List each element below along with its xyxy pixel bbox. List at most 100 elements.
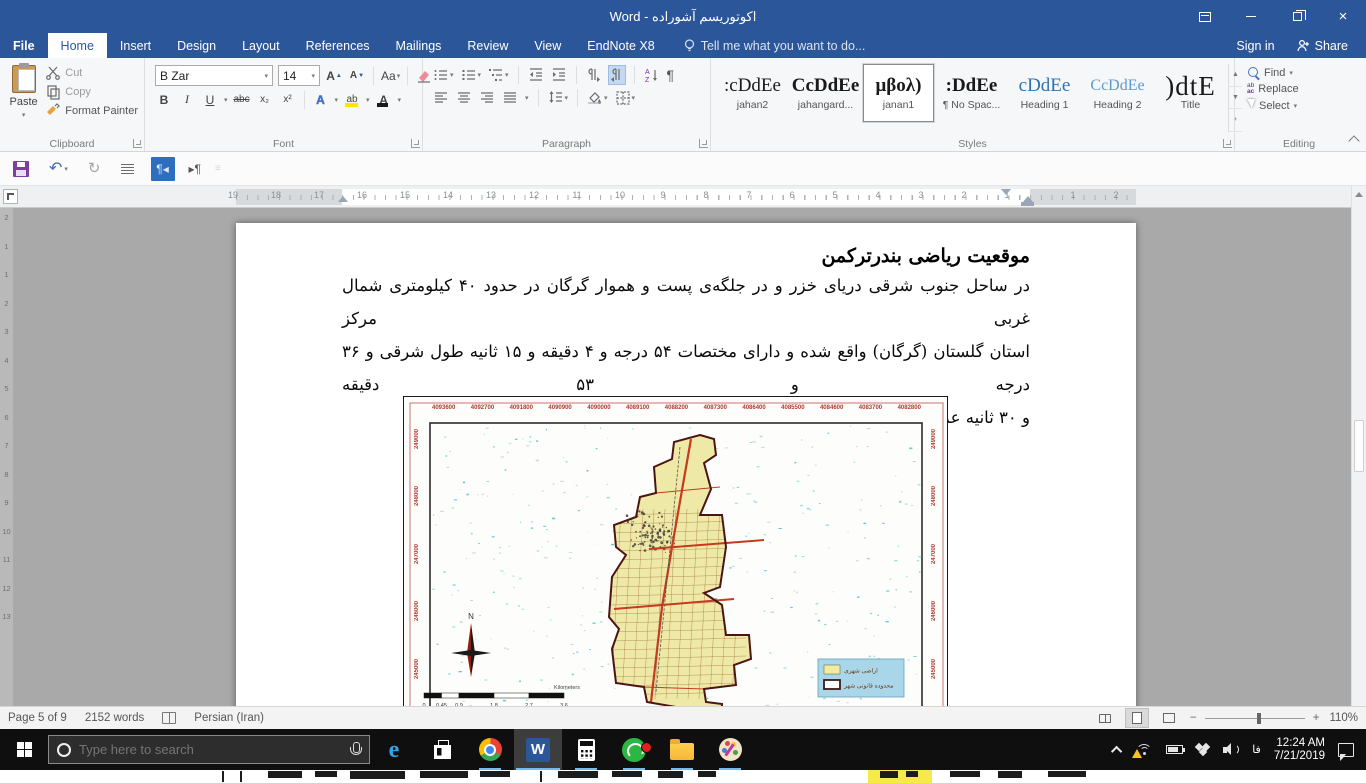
clipboard-dialog-launcher[interactable] <box>133 139 142 148</box>
read-mode-button[interactable] <box>1094 709 1116 727</box>
minimize-button[interactable] <box>1228 0 1274 33</box>
subscript-button[interactable]: x₂ <box>256 90 274 109</box>
bold-button[interactable]: B <box>155 90 173 109</box>
redo-button[interactable]: ↻ <box>85 156 104 182</box>
taskbar-edge[interactable]: e <box>370 729 418 770</box>
style-no-spacing[interactable]: :DdEe ¶ No Spac... <box>936 64 1007 122</box>
rtl-text-direction-button[interactable] <box>609 66 625 84</box>
microphone-icon[interactable] <box>349 742 361 758</box>
print-layout-button[interactable] <box>1126 709 1148 727</box>
change-case-button[interactable]: Aa▾ <box>381 66 400 85</box>
tab-file[interactable]: File <box>0 33 48 58</box>
document-page[interactable]: موقعیت ریاضی بندرترکمن در ساحل جنوب شرقی… <box>236 223 1136 706</box>
language-indicator[interactable]: Persian (Iran) <box>194 712 264 724</box>
style-heading2[interactable]: CcDdEe Heading 2 <box>1082 64 1153 122</box>
quick-justify-button[interactable] <box>118 156 137 182</box>
justify-button[interactable] <box>502 89 518 107</box>
scrollbar-thumb[interactable] <box>1354 420 1364 472</box>
map-figure[interactable]: N 00.450.91.82.73.6 Kilometers اراضی شهر… <box>403 396 948 706</box>
undo-button[interactable]: ↶▾ <box>46 156 71 182</box>
taskbar-store[interactable] <box>418 729 466 770</box>
bullets-button[interactable]: ▾ <box>433 66 454 84</box>
show-hide-marks-button[interactable]: ¶ <box>667 66 675 84</box>
increase-indent-button[interactable] <box>551 66 567 84</box>
text-effects-button[interactable]: A <box>312 90 330 109</box>
zoom-out-button[interactable]: − <box>1190 712 1197 724</box>
taskbar-paint[interactable] <box>706 729 754 770</box>
taskbar-calculator[interactable] <box>562 729 610 770</box>
speaker-icon[interactable] <box>1223 743 1239 756</box>
underline-dropdown-icon[interactable]: ▾ <box>224 96 228 104</box>
superscript-button[interactable]: x² <box>279 90 297 109</box>
tab-references[interactable]: References <box>293 33 383 58</box>
style-heading1[interactable]: cDdEe Heading 1 <box>1009 64 1080 122</box>
sort-button[interactable]: AZ <box>644 66 660 84</box>
style-jahangard[interactable]: CcDdEe jahangard... <box>790 64 861 122</box>
shrink-font-button[interactable]: A▼ <box>348 66 366 85</box>
taskbar-search-box[interactable] <box>48 735 370 764</box>
paste-button[interactable]: Paste ▾ <box>4 61 43 135</box>
close-button[interactable]: × <box>1320 0 1366 33</box>
sign-in-link[interactable]: Sign in <box>1236 39 1274 53</box>
share-button[interactable]: Share <box>1289 37 1356 55</box>
align-center-button[interactable] <box>456 89 472 107</box>
replace-button[interactable]: abac Replace <box>1247 83 1299 95</box>
tab-view[interactable]: View <box>521 33 574 58</box>
quick-ltr-button[interactable]: ▸¶ <box>189 162 201 176</box>
action-center-icon[interactable] <box>1338 743 1354 757</box>
restore-button[interactable] <box>1274 0 1320 33</box>
shading-button[interactable]: ▾ <box>587 89 608 107</box>
horizontal-ruler[interactable]: 1918171615141312111098765432112 <box>0 186 1366 208</box>
style-title[interactable]: )dtE Title <box>1155 64 1226 122</box>
multilevel-list-button[interactable]: ▾ <box>488 66 509 84</box>
start-button[interactable] <box>0 729 48 770</box>
font-color-button[interactable]: A <box>375 90 393 109</box>
taskbar-file-explorer[interactable] <box>658 729 706 770</box>
tab-endnote[interactable]: EndNote X8 <box>574 33 667 58</box>
taskbar-chrome[interactable] <box>466 729 514 770</box>
underline-button[interactable]: U <box>201 90 219 109</box>
zoom-slider[interactable] <box>1205 718 1305 719</box>
save-button[interactable] <box>10 156 32 182</box>
tab-layout[interactable]: Layout <box>229 33 293 58</box>
styles-dialog-launcher[interactable] <box>1223 139 1232 148</box>
paste-dropdown-icon[interactable]: ▾ <box>22 111 26 119</box>
format-painter-button[interactable]: Format Painter <box>45 103 138 119</box>
numbering-button[interactable]: ▾ <box>461 66 482 84</box>
taskbar-clock[interactable]: 12:24 AM 7/21/2019 <box>1274 737 1325 763</box>
language-tray-indicator[interactable]: فا <box>1252 743 1261 756</box>
dropbox-icon[interactable] <box>1196 743 1210 757</box>
zoom-slider-thumb[interactable] <box>1257 713 1261 724</box>
copy-button[interactable]: Copy <box>45 84 138 100</box>
first-line-indent-marker[interactable] <box>1001 189 1011 195</box>
font-name-combobox[interactable]: B Zar▾ <box>155 65 273 86</box>
tab-design[interactable]: Design <box>164 33 229 58</box>
font-size-combobox[interactable]: 14▾ <box>278 65 320 86</box>
web-layout-button[interactable] <box>1158 709 1180 727</box>
decrease-indent-button[interactable] <box>528 66 544 84</box>
battery-icon[interactable] <box>1166 745 1183 754</box>
scroll-up-button[interactable] <box>1352 186 1366 202</box>
highlight-color-button[interactable]: ab <box>343 90 361 109</box>
left-indent-marker[interactable] <box>338 196 348 202</box>
tab-review[interactable]: Review <box>454 33 521 58</box>
italic-button[interactable]: I <box>178 90 196 109</box>
tab-mailings[interactable]: Mailings <box>383 33 455 58</box>
line-spacing-button[interactable]: ▾ <box>548 89 569 107</box>
align-right-button[interactable] <box>479 89 495 107</box>
page-indicator[interactable]: Page 5 of 9 <box>8 712 67 724</box>
tab-insert[interactable]: Insert <box>107 33 164 58</box>
word-count[interactable]: 2152 words <box>85 712 144 724</box>
taskbar-word[interactable]: W <box>514 729 562 770</box>
style-jahan2[interactable]: :cDdEe jahan2 <box>717 64 788 122</box>
zoom-level[interactable]: 110% <box>1329 712 1358 724</box>
cut-button[interactable]: Cut <box>45 65 138 81</box>
borders-button[interactable]: ▾ <box>615 89 636 107</box>
ltr-text-direction-button[interactable] <box>586 66 602 84</box>
tray-expand-icon[interactable] <box>1111 745 1122 756</box>
vertical-ruler[interactable]: 2112345678910111213 <box>0 208 13 706</box>
align-left-button[interactable] <box>433 89 449 107</box>
tab-selector-button[interactable] <box>3 189 18 204</box>
select-button[interactable]: Select▾ <box>1247 99 1299 113</box>
proofing-status-icon[interactable] <box>162 712 176 724</box>
